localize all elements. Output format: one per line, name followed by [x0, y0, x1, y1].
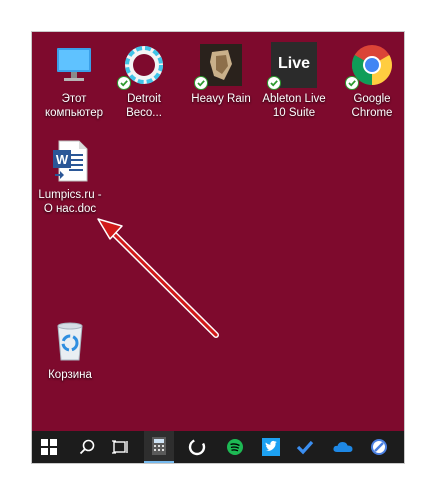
- calculator-icon[interactable]: [144, 431, 174, 463]
- ableton-live-text: Live: [277, 55, 310, 72]
- desktop-icon-detroit[interactable]: Detroit Beco...: [108, 42, 180, 120]
- desktop-icon-this-pc[interactable]: Этот компьютер: [38, 42, 110, 120]
- sync-check-icon: [194, 76, 208, 90]
- ableton-icon: Live: [267, 42, 317, 90]
- desktop-icon-lumpics-doc[interactable]: W Lumpics.ru - О нас.doc: [34, 138, 106, 216]
- desktop-icon-label: Detroit Beco...: [126, 93, 162, 119]
- desktop-icon-label: Этот компьютер: [45, 93, 103, 119]
- sync-check-icon: [117, 76, 131, 90]
- chrome-icon: [345, 42, 395, 90]
- computer-icon: [51, 42, 97, 88]
- desktop-icon-recycle-bin[interactable]: Корзина: [34, 318, 106, 382]
- sync-check-icon: [345, 76, 359, 90]
- twitter-icon[interactable]: [256, 431, 286, 463]
- desktop-icon-heavy-rain[interactable]: Heavy Rain: [185, 42, 257, 106]
- spotify-icon[interactable]: [220, 431, 250, 463]
- desktop-icon-label: Ableton Live 10 Suite: [262, 93, 326, 119]
- word-document-icon: W: [47, 138, 93, 184]
- task-view-icon[interactable]: [106, 431, 136, 463]
- recycle-bin-icon: [47, 318, 93, 364]
- heavy-rain-icon: [194, 42, 244, 90]
- desktop-icon-label: Lumpics.ru - О нас.doc: [38, 189, 102, 215]
- desktop: Этот компьютер Detroit Beco... Heavy Rai…: [32, 32, 404, 463]
- desktop-icon-ableton[interactable]: Live Ableton Live 10 Suite: [258, 42, 330, 120]
- search-icon[interactable]: [72, 431, 102, 463]
- svg-text:W: W: [56, 152, 69, 167]
- taskbar: [32, 431, 404, 463]
- browser-icon[interactable]: [364, 431, 394, 463]
- cortana-icon[interactable]: [182, 431, 212, 463]
- sync-check-icon: [267, 76, 281, 90]
- todo-icon[interactable]: [290, 431, 320, 463]
- desktop-icon-chrome[interactable]: Google Chrome: [336, 42, 404, 120]
- desktop-icon-label: Heavy Rain: [191, 93, 251, 105]
- desktop-icon-label: Корзина: [48, 369, 92, 381]
- onedrive-icon[interactable]: [328, 431, 358, 463]
- detroit-icon: [117, 42, 167, 90]
- desktop-icon-label: Google Chrome: [351, 93, 393, 119]
- windows-start-icon[interactable]: [34, 431, 64, 463]
